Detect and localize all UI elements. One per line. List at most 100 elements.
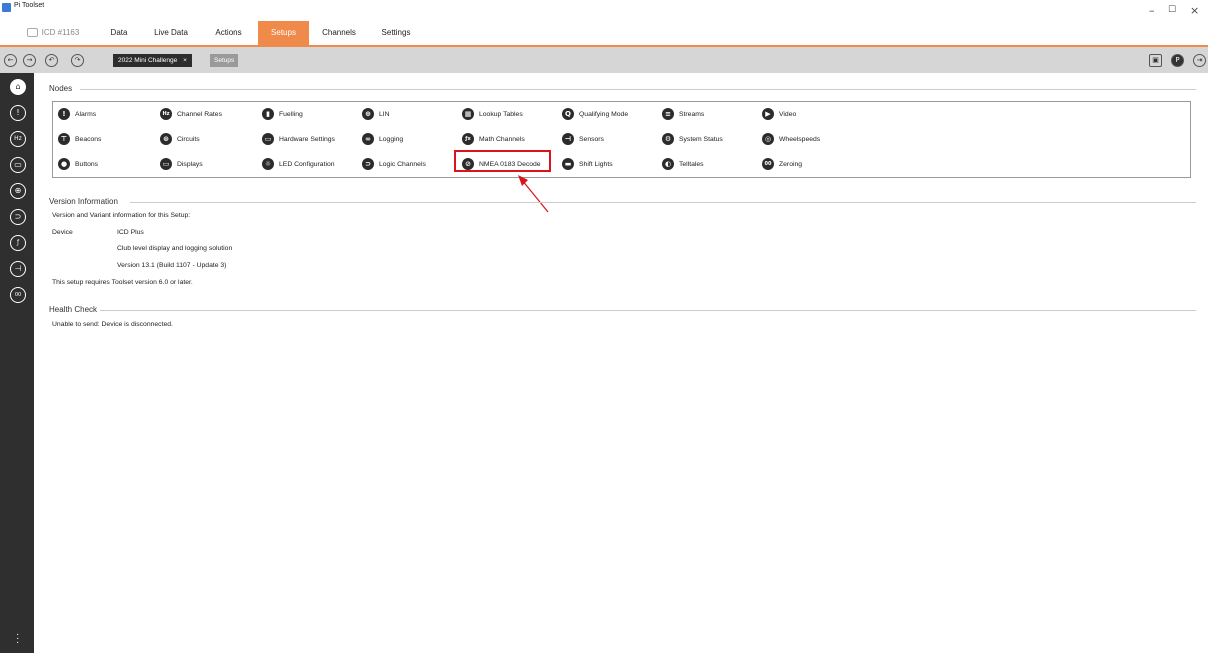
document-tab[interactable]: 2022 Mini Challenge × [113, 54, 192, 67]
node-led-configuration[interactable]: ☼ LED Configuration [262, 157, 335, 171]
node-lookup-tables[interactable]: ▦ Lookup Tables [462, 107, 523, 121]
node-label: Video [779, 110, 797, 118]
node-label: Lookup Tables [479, 110, 523, 118]
node-logging[interactable]: ∞ Logging [362, 132, 403, 146]
health-heading: Health Check [49, 305, 98, 314]
navigation-bar: ← → ↶ ↷ 2022 Mini Challenge × Setups ▣ P… [0, 47, 1208, 73]
device-icon [26, 28, 38, 38]
beacon-icon: ⊤ [58, 133, 70, 145]
node-telltales[interactable]: ◐ Telltales [662, 157, 704, 171]
maximize-button[interactable]: ☐ [1168, 5, 1176, 15]
version-intro: Version and Variant information for this… [52, 212, 191, 219]
tab-setups[interactable]: Setups [258, 21, 309, 45]
publish-icon[interactable]: P [1171, 54, 1184, 67]
node-label: Wheelspeeds [779, 135, 821, 143]
health-rule [100, 310, 1196, 311]
node-math-channels[interactable]: ƒx Math Channels [462, 132, 525, 146]
node-streams[interactable]: ≡ Streams [662, 107, 704, 121]
logic-icon: ⊃ [362, 158, 374, 170]
sidebar: ⌂ ! Hz ▭ ⊕ ⊃ ƒ ⊣ 00 · · · [0, 73, 34, 653]
annotation-arrow-icon [518, 175, 549, 213]
tab-data[interactable]: Data [102, 21, 136, 45]
fuel-icon: ▮ [262, 108, 274, 120]
streams-icon: ≡ [662, 108, 674, 120]
device-tab[interactable]: ICD #1163 [8, 21, 98, 45]
display-icon[interactable]: ▭ [10, 157, 26, 173]
app-logo-icon [2, 3, 11, 12]
node-beacons[interactable]: ⊤ Beacons [58, 132, 101, 146]
tab-actions[interactable]: Actions [206, 21, 251, 45]
node-label: LIN [379, 110, 390, 118]
hz-icon: Hz [160, 108, 172, 120]
alarm-icon[interactable]: ! [10, 105, 26, 121]
undo-icon[interactable]: ↶ [45, 54, 58, 67]
lin-icon: ⊕ [362, 108, 374, 120]
circuit-icon: ⊛ [160, 133, 172, 145]
home-icon[interactable]: ⌂ [10, 79, 26, 95]
zeroing-icon: 00 [762, 158, 774, 170]
shift-icon: ▬ [562, 158, 574, 170]
document-tab-label: 2022 Mini Challenge [118, 57, 178, 64]
node-circuits[interactable]: ⊛ Circuits [160, 132, 200, 146]
wheel-icon: ◎ [762, 133, 774, 145]
status-icon: ⚙ [662, 133, 674, 145]
node-displays[interactable]: ▭ Displays [160, 157, 203, 171]
node-label: Beacons [75, 135, 102, 143]
more-menu-icon[interactable]: · · · [16, 630, 19, 648]
zeroing-icon[interactable]: 00 [10, 287, 26, 303]
connect-icon[interactable]: ⇥ [1193, 54, 1206, 67]
node-sensors[interactable]: ⊣ Sensors [562, 132, 604, 146]
node-fuelling[interactable]: ▮ Fuelling [262, 107, 303, 121]
video-icon: ▶ [762, 108, 774, 120]
node-label: Math Channels [479, 135, 525, 143]
node-label: Telltales [679, 160, 704, 168]
toolset-requirement: This setup requires Toolset version 6.0 … [52, 279, 193, 286]
tab-channels[interactable]: Channels [313, 21, 365, 45]
document-tab-close-icon[interactable]: × [183, 57, 187, 64]
tab-live-data[interactable]: Live Data [145, 21, 197, 45]
node-zeroing[interactable]: 00 Zeroing [762, 157, 802, 171]
node-buttons[interactable]: ● Buttons [58, 157, 98, 171]
node-video[interactable]: ▶ Video [762, 107, 796, 121]
node-label: Shift Lights [579, 160, 613, 168]
version-heading: Version Information [49, 197, 118, 206]
node-wheelspeeds[interactable]: ◎ Wheelspeeds [762, 132, 820, 146]
math-icon[interactable]: ƒ [10, 235, 26, 251]
health-message: Unable to send: Device is disconnected. [52, 321, 173, 328]
sensor-icon[interactable]: ⊣ [10, 261, 26, 277]
node-alarms[interactable]: ! Alarms [58, 107, 96, 121]
device-label: Device [52, 229, 73, 236]
node-channel-rates[interactable]: Hz Channel Rates [160, 107, 222, 121]
node-label: Qualifying Mode [579, 110, 629, 118]
device-value: ICD Plus [117, 229, 144, 236]
breadcrumb[interactable]: Setups [210, 54, 239, 67]
node-system-status[interactable]: ⚙ System Status [662, 132, 723, 146]
forward-icon[interactable]: → [23, 54, 36, 67]
hz-icon[interactable]: Hz [10, 131, 26, 147]
node-label: Displays [177, 160, 203, 168]
logic-icon[interactable]: ⊃ [10, 209, 26, 225]
node-shift-lights[interactable]: ▬ Shift Lights [562, 157, 613, 171]
circuit-icon[interactable]: ⊕ [10, 183, 26, 199]
node-label: Logging [379, 135, 404, 143]
tab-settings[interactable]: Settings [370, 21, 422, 45]
nodes-rule [80, 89, 1196, 90]
node-lin[interactable]: ⊕ LIN [362, 107, 390, 121]
title-bar: Pi Toolset – ☐ × [0, 0, 1208, 20]
save-icon[interactable]: ▣ [1149, 54, 1162, 67]
redo-icon[interactable]: ↷ [71, 54, 84, 67]
logging-icon: ∞ [362, 133, 374, 145]
node-hardware-settings[interactable]: ▭ Hardware Settings [262, 132, 335, 146]
node-label: Alarms [75, 110, 97, 118]
back-icon[interactable]: ← [4, 54, 17, 67]
app-title: Pi Toolset [14, 2, 45, 9]
node-qualifying-mode[interactable]: Q Qualifying Mode [562, 107, 628, 121]
sensor-icon: ⊣ [562, 133, 574, 145]
node-logic-channels[interactable]: ⊃ Logic Channels [362, 157, 426, 171]
node-label: Zeroing [779, 160, 803, 168]
device-tab-label: ICD #1163 [41, 28, 80, 37]
close-button[interactable]: × [1190, 4, 1199, 17]
math-icon: ƒx [462, 133, 474, 145]
minimize-button[interactable]: – [1149, 4, 1155, 17]
node-label: Circuits [177, 135, 200, 143]
